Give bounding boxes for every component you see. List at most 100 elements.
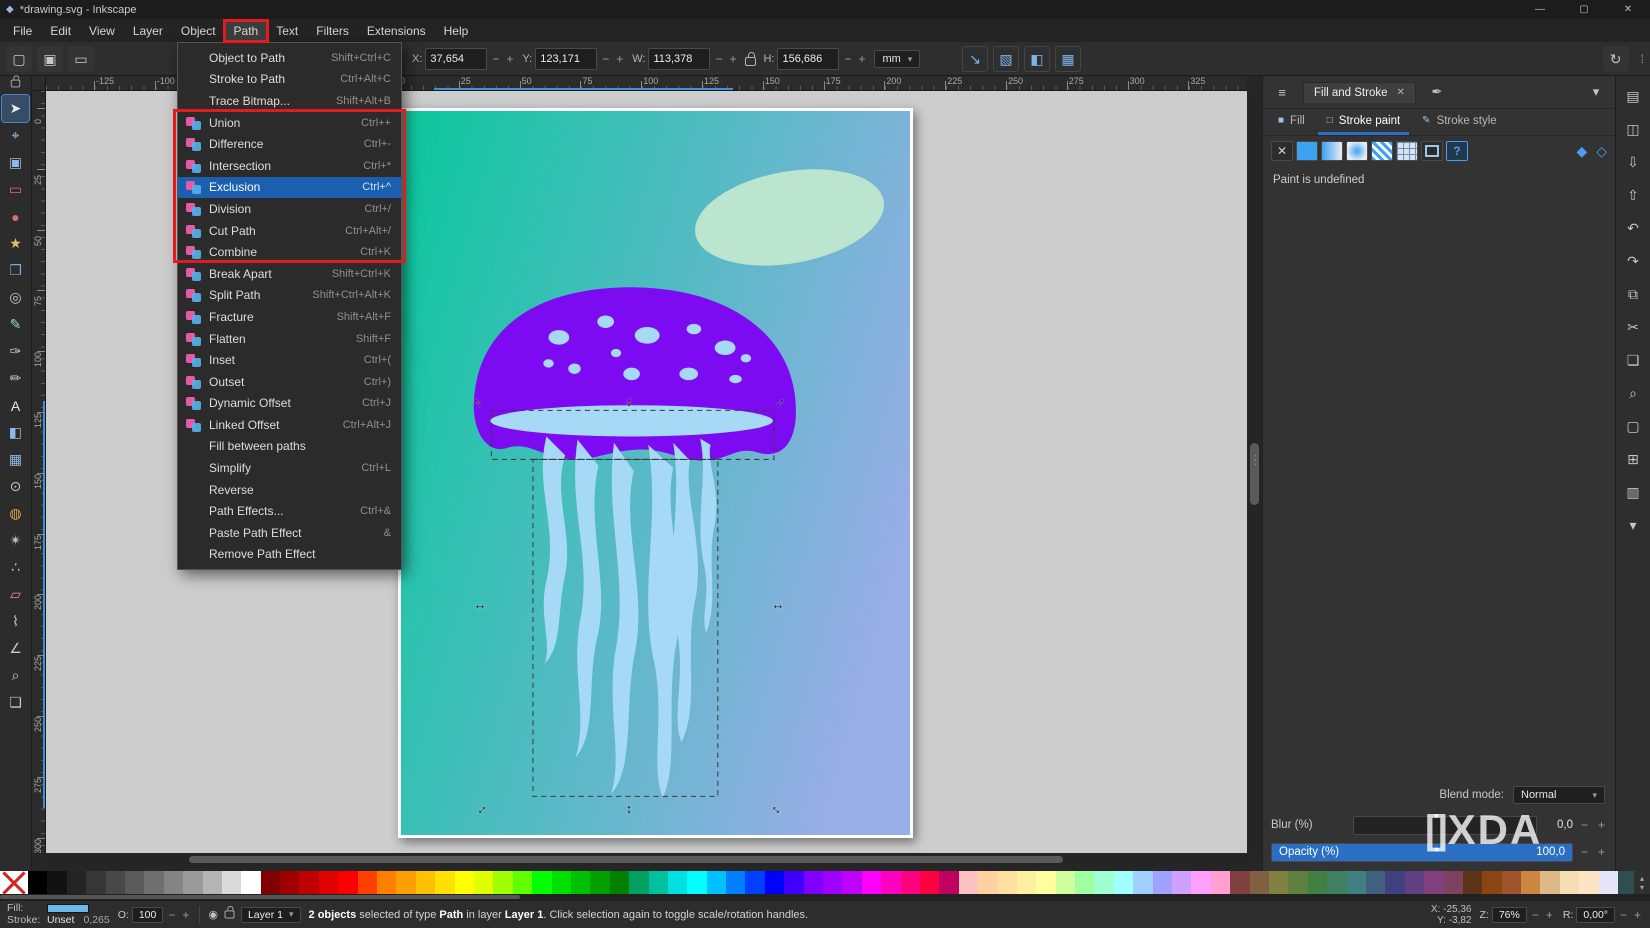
selection-handle-s[interactable]: ↕ xyxy=(622,801,636,816)
palette-swatch[interactable] xyxy=(1443,871,1463,894)
no-color-swatch[interactable] xyxy=(0,871,28,894)
palette-swatch[interactable] xyxy=(900,871,920,894)
menu-item-division[interactable]: Division Ctrl+/ xyxy=(178,198,401,220)
palette-down-icon[interactable]: ▾ xyxy=(1640,883,1644,892)
subtab-stroke-style[interactable]: ✎ Stroke style xyxy=(1413,109,1505,135)
deselect-button[interactable]: ▭ xyxy=(68,46,94,72)
palette-swatch[interactable] xyxy=(1618,871,1634,894)
palette-swatch[interactable] xyxy=(745,871,765,894)
palette-swatch[interactable] xyxy=(609,871,630,894)
select-all-button[interactable]: ▢ xyxy=(6,46,32,72)
palette-swatch[interactable] xyxy=(687,871,707,894)
object-opacity-entry[interactable]: 100 xyxy=(131,906,164,923)
commands-overflow-icon[interactable]: ▾ xyxy=(1621,513,1645,537)
spray-tool[interactable]: ∴ xyxy=(2,554,29,581)
palette-swatch[interactable] xyxy=(1094,871,1114,894)
zoom-entry[interactable]: 76% xyxy=(1491,906,1527,923)
zoom-increment[interactable]: + xyxy=(1544,908,1555,922)
palette-swatch[interactable] xyxy=(1540,871,1560,894)
h-field-increment[interactable]: + xyxy=(856,52,867,66)
palette-swatch[interactable] xyxy=(919,871,940,894)
blur-slider[interactable] xyxy=(1353,815,1537,835)
fill-rule-evenodd-icon[interactable]: ◇ xyxy=(1596,143,1607,160)
minimize-button[interactable]: — xyxy=(1518,0,1562,19)
menu-item-outset[interactable]: Outset Ctrl+) xyxy=(178,371,401,393)
palette-swatch[interactable] xyxy=(86,871,106,894)
h-field[interactable] xyxy=(777,48,840,70)
palette-swatch[interactable] xyxy=(299,871,319,894)
spiral-tool[interactable]: ◎ xyxy=(2,284,29,311)
gradient-tool[interactable]: ◧ xyxy=(2,419,29,446)
palette-swatch[interactable] xyxy=(706,871,727,894)
import-icon[interactable]: ⇩ xyxy=(1621,150,1645,174)
menu-item-union[interactable]: Union Ctrl++ xyxy=(178,112,401,134)
menu-text[interactable]: Text xyxy=(267,21,307,41)
menu-item-difference[interactable]: Difference Ctrl+- xyxy=(178,133,401,155)
zoom-page-icon[interactable]: ▢ xyxy=(1621,414,1645,438)
undo-icon[interactable]: ↶ xyxy=(1621,216,1645,240)
palette-swatch[interactable] xyxy=(183,871,203,894)
w-field[interactable] xyxy=(648,48,711,70)
mesh-gradient-button[interactable] xyxy=(1396,141,1418,161)
dropper-tool[interactable]: ⊙ xyxy=(2,473,29,500)
menu-item-stroke-to-path[interactable]: Stroke to Path Ctrl+Alt+C xyxy=(178,69,401,91)
y-field-increment[interactable]: + xyxy=(614,52,625,66)
palette-swatch[interactable] xyxy=(1327,871,1347,894)
menu-item-combine[interactable]: Combine Ctrl+K xyxy=(178,241,401,263)
blur-decrement[interactable]: − xyxy=(1579,818,1590,832)
palette-swatch[interactable] xyxy=(105,871,125,894)
scale-corners-toggle[interactable]: ▧ xyxy=(993,46,1019,72)
measure-tool[interactable]: ∠ xyxy=(2,635,29,662)
star-tool[interactable]: ★ xyxy=(2,230,29,257)
palette-swatch[interactable] xyxy=(1269,871,1289,894)
rotation-increment[interactable]: + xyxy=(1632,908,1643,922)
menu-item-paste-path-effect[interactable]: Paste Path Effect & xyxy=(178,522,401,544)
palette-swatch[interactable] xyxy=(144,871,164,894)
zoom-tool[interactable]: ⌕ xyxy=(2,662,29,689)
selection-handle-e[interactable]: ↔ xyxy=(771,597,785,612)
palette-swatch[interactable] xyxy=(1055,871,1076,894)
palette-swatch[interactable] xyxy=(1133,871,1153,894)
menu-item-trace-bitmap[interactable]: Trace Bitmap... Shift+Alt+B xyxy=(178,90,401,112)
palette-swatch[interactable] xyxy=(590,871,610,894)
blur-value[interactable]: 0,0 xyxy=(1543,819,1573,831)
palette-swatch[interactable] xyxy=(28,871,48,894)
rotation-entry[interactable]: 0,00° xyxy=(1576,906,1615,923)
vertical-ruler[interactable]: 0 25 50 75 100 125 150 175 200 225 250 275 300 xyxy=(32,91,46,853)
palette-swatch[interactable] xyxy=(1249,871,1269,894)
menu-item-simplify[interactable]: Simplify Ctrl+L xyxy=(178,457,401,479)
second-dialog-tab-icon[interactable]: ✒ xyxy=(1426,81,1448,103)
palette-swatch[interactable] xyxy=(1346,871,1366,894)
palette-swatch[interactable] xyxy=(551,871,571,894)
palette-swatch[interactable] xyxy=(338,871,358,894)
open-file-icon[interactable]: ▤ xyxy=(1621,84,1645,108)
radial-gradient-button[interactable] xyxy=(1346,141,1368,161)
move-patterns-toggle[interactable]: ▦ xyxy=(1055,46,1081,72)
palette-scroll-arrows[interactable]: ▴ ▾ xyxy=(1634,871,1650,894)
palette-swatch[interactable] xyxy=(939,871,959,894)
linear-gradient-button[interactable] xyxy=(1321,141,1343,161)
selector-tool[interactable]: ➤ xyxy=(1,94,30,123)
palette-swatch[interactable] xyxy=(280,871,300,894)
object-opacity-decrement[interactable]: − xyxy=(166,908,177,922)
object-opacity-increment[interactable]: + xyxy=(180,908,191,922)
scale-stroke-toggle[interactable]: ↘ xyxy=(962,46,988,72)
palette-swatch[interactable] xyxy=(1404,871,1425,894)
save-file-icon[interactable]: ◫ xyxy=(1621,117,1645,141)
h-field-decrement[interactable]: − xyxy=(842,52,853,66)
palette-swatch[interactable] xyxy=(1559,871,1580,894)
palette-swatch[interactable] xyxy=(1210,871,1231,894)
mesh-gradient-tool[interactable]: ▦ xyxy=(2,446,29,473)
layer-lock-toggle[interactable] xyxy=(224,905,235,919)
unknown-paint-button[interactable]: ? xyxy=(1446,141,1468,161)
paste-icon[interactable]: ❏ xyxy=(1621,348,1645,372)
unit-select[interactable]: mm ▾ xyxy=(874,50,921,68)
export-icon[interactable]: ⇧ xyxy=(1621,183,1645,207)
palette-swatch[interactable] xyxy=(861,871,882,894)
palette-swatch[interactable] xyxy=(1424,871,1444,894)
refresh-icon[interactable]: ↻ xyxy=(1602,46,1629,72)
selection-handle-w[interactable]: ↔ xyxy=(473,597,487,612)
menu-item-dynamic-offset[interactable]: Dynamic Offset Ctrl+J xyxy=(178,393,401,415)
palette-swatch[interactable] xyxy=(512,871,533,894)
palette-swatch[interactable] xyxy=(1016,871,1037,894)
